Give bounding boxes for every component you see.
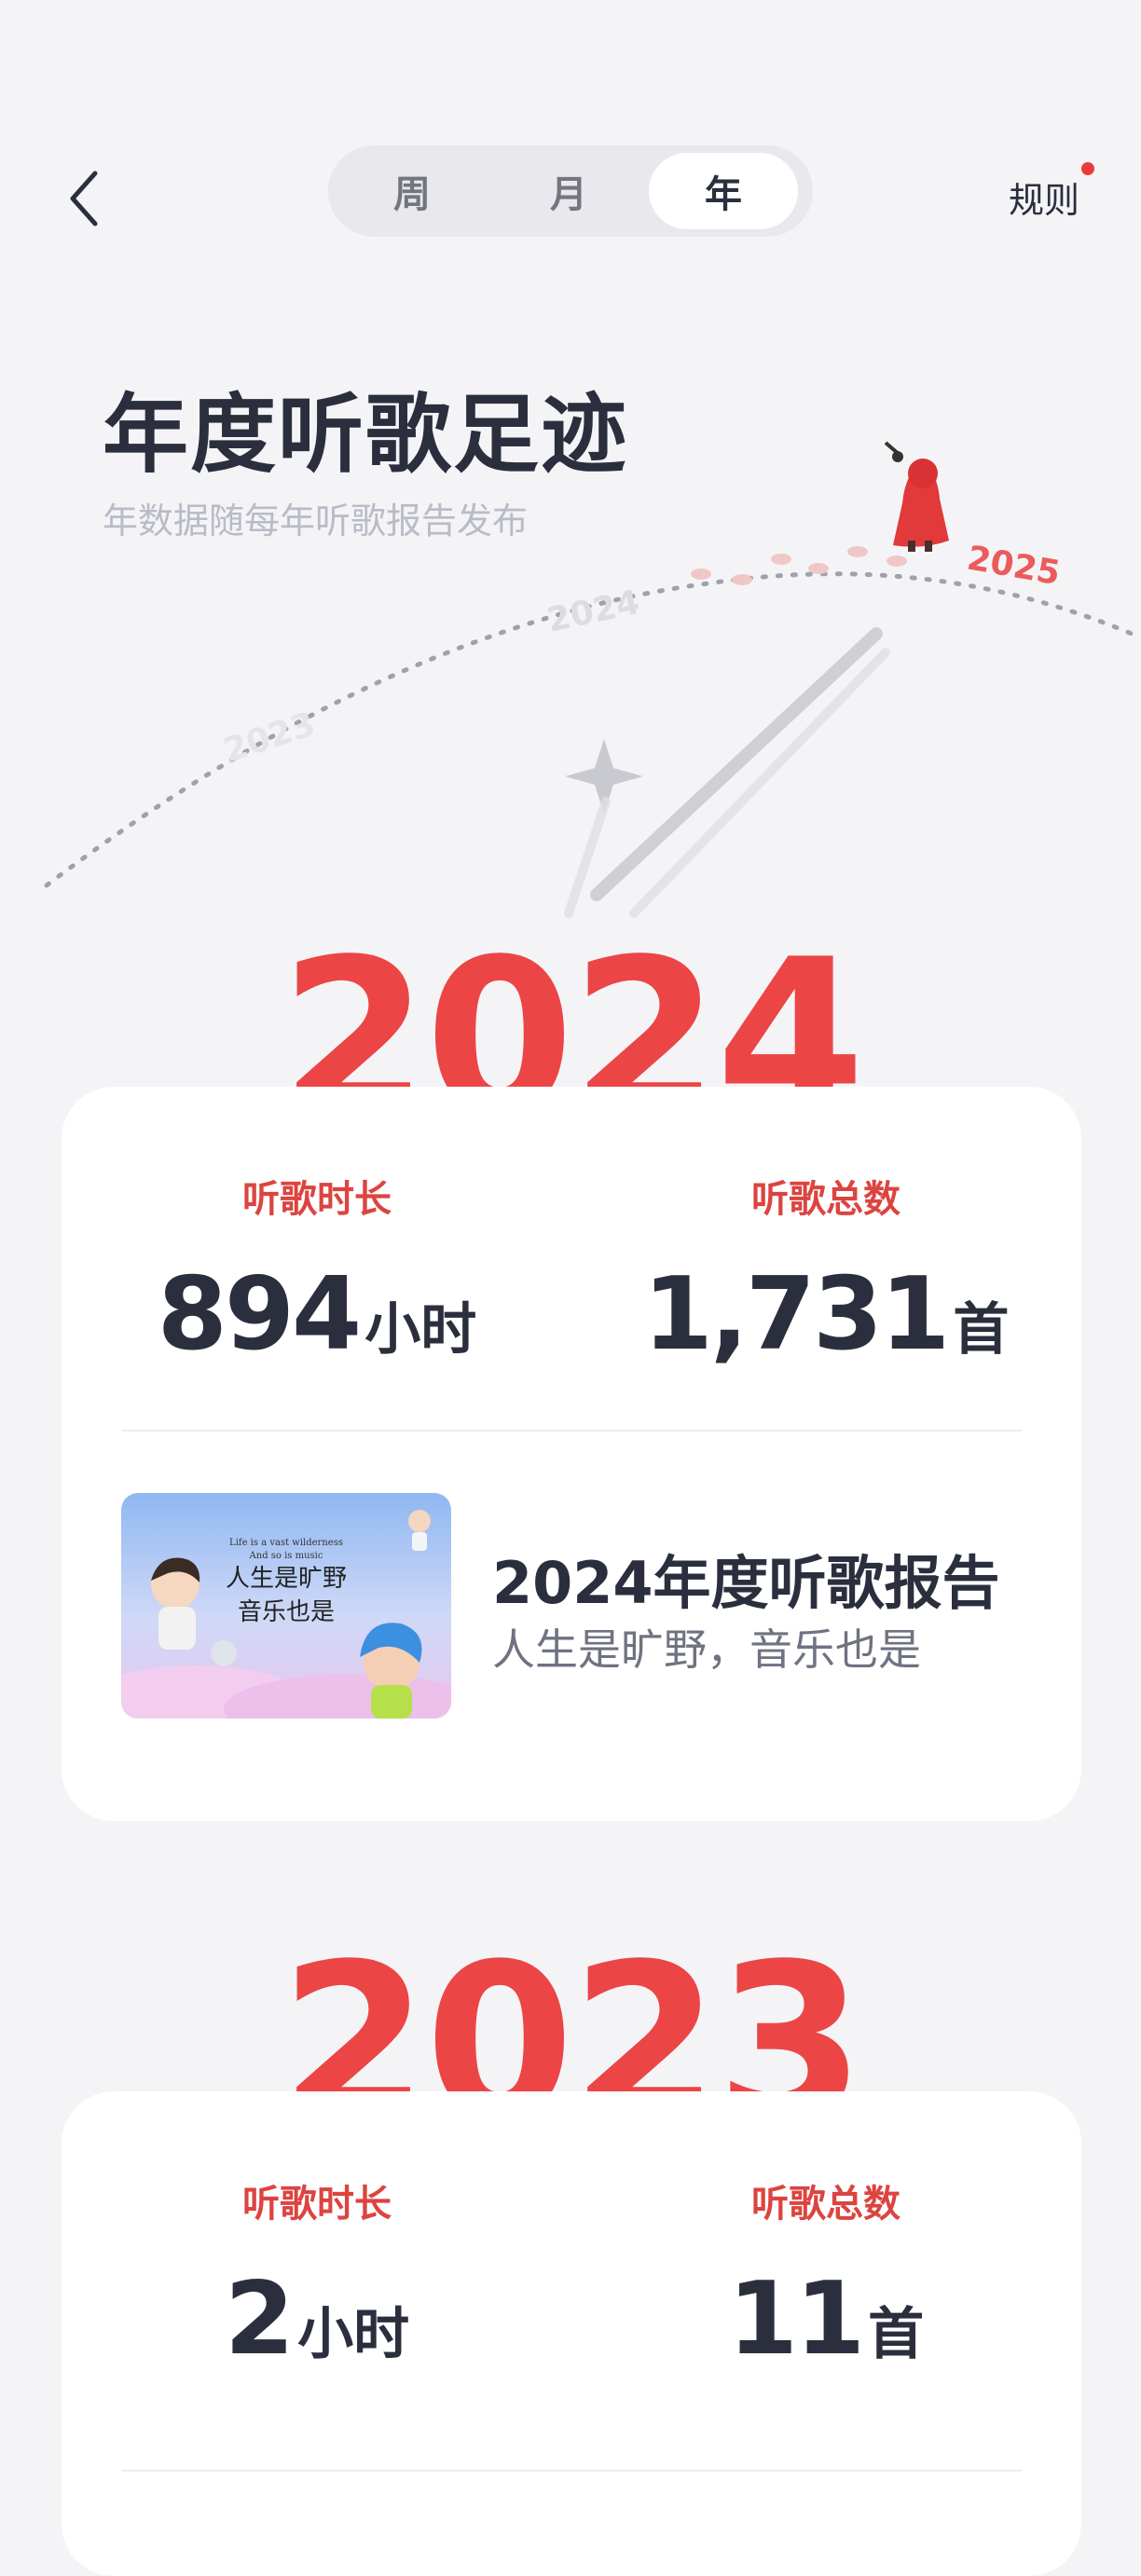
duration-value: 2 [224, 2261, 295, 2377]
year-card-2023: 听歌时长 2 小时 听歌总数 11 首 [62, 2091, 1081, 2576]
song-count-unit: 首 [868, 2302, 925, 2367]
song-count-label: 听歌总数 [751, 1178, 900, 1221]
tab-year[interactable]: 年 [649, 153, 798, 229]
annual-report-thumbnail[interactable]: Life is a vast wilderness And so is musi… [121, 1493, 451, 1719]
timeline-label-2023: 2023 [219, 706, 320, 771]
notification-dot [1081, 162, 1094, 175]
period-segmented-control: 周 月 年 [328, 145, 813, 237]
hooded-figure-illustration [884, 441, 949, 552]
duration-unit: 小时 [297, 2302, 410, 2367]
song-count-value: 1,731 [642, 1256, 951, 1373]
back-button[interactable] [58, 166, 114, 231]
tab-month[interactable]: 月 [494, 153, 643, 229]
duration-label: 听歌时长 [242, 1178, 392, 1221]
tab-week[interactable]: 周 [337, 153, 487, 229]
report-cover-image: Life is a vast wilderness And so is musi… [121, 1493, 451, 1719]
report-subtitle: 人生是旷野，音乐也是 [492, 1624, 921, 1675]
song-count-stat: 听歌总数 11 首 [630, 2173, 1022, 2377]
chevron-left-icon [70, 171, 98, 226]
duration-unit: 小时 [364, 1297, 477, 1363]
thumb-en-line1: Life is a vast wilderness [229, 1538, 343, 1548]
shooting-star-illustration [564, 627, 890, 918]
thumb-en-line2: And so is music [249, 1551, 323, 1561]
thumb-cn-line1: 人生是旷野 [226, 1565, 347, 1593]
report-title[interactable]: 2024年度听歌报告 [492, 1536, 1000, 1620]
timeline-label-2025: 2025 [964, 539, 1063, 593]
song-count-label: 听歌总数 [751, 2183, 900, 2226]
duration-value: 894 [157, 1256, 362, 1373]
rules-link[interactable]: 规则 [1009, 171, 1079, 223]
duration-label: 听歌时长 [242, 2183, 392, 2226]
song-count-unit: 首 [953, 1297, 1010, 1363]
timeline-label-2024: 2024 [543, 583, 643, 640]
duration-stat: 听歌时长 2 小时 [121, 2173, 513, 2377]
divider [121, 1430, 1022, 1432]
year-card-2024: 听歌时长 894 小时 听歌总数 1,731 首 Life is a vast wi… [62, 1087, 1081, 1821]
timeline-illustration: 2023 2024 2025 [44, 441, 1134, 918]
song-count-stat: 听歌总数 1,731 首 [630, 1169, 1022, 1373]
song-count-value: 11 [727, 2261, 865, 2377]
duration-stat: 听歌时长 894 小时 [121, 1169, 513, 1373]
divider [121, 2470, 1022, 2472]
thumb-cn-line2: 音乐也是 [238, 1598, 335, 1626]
